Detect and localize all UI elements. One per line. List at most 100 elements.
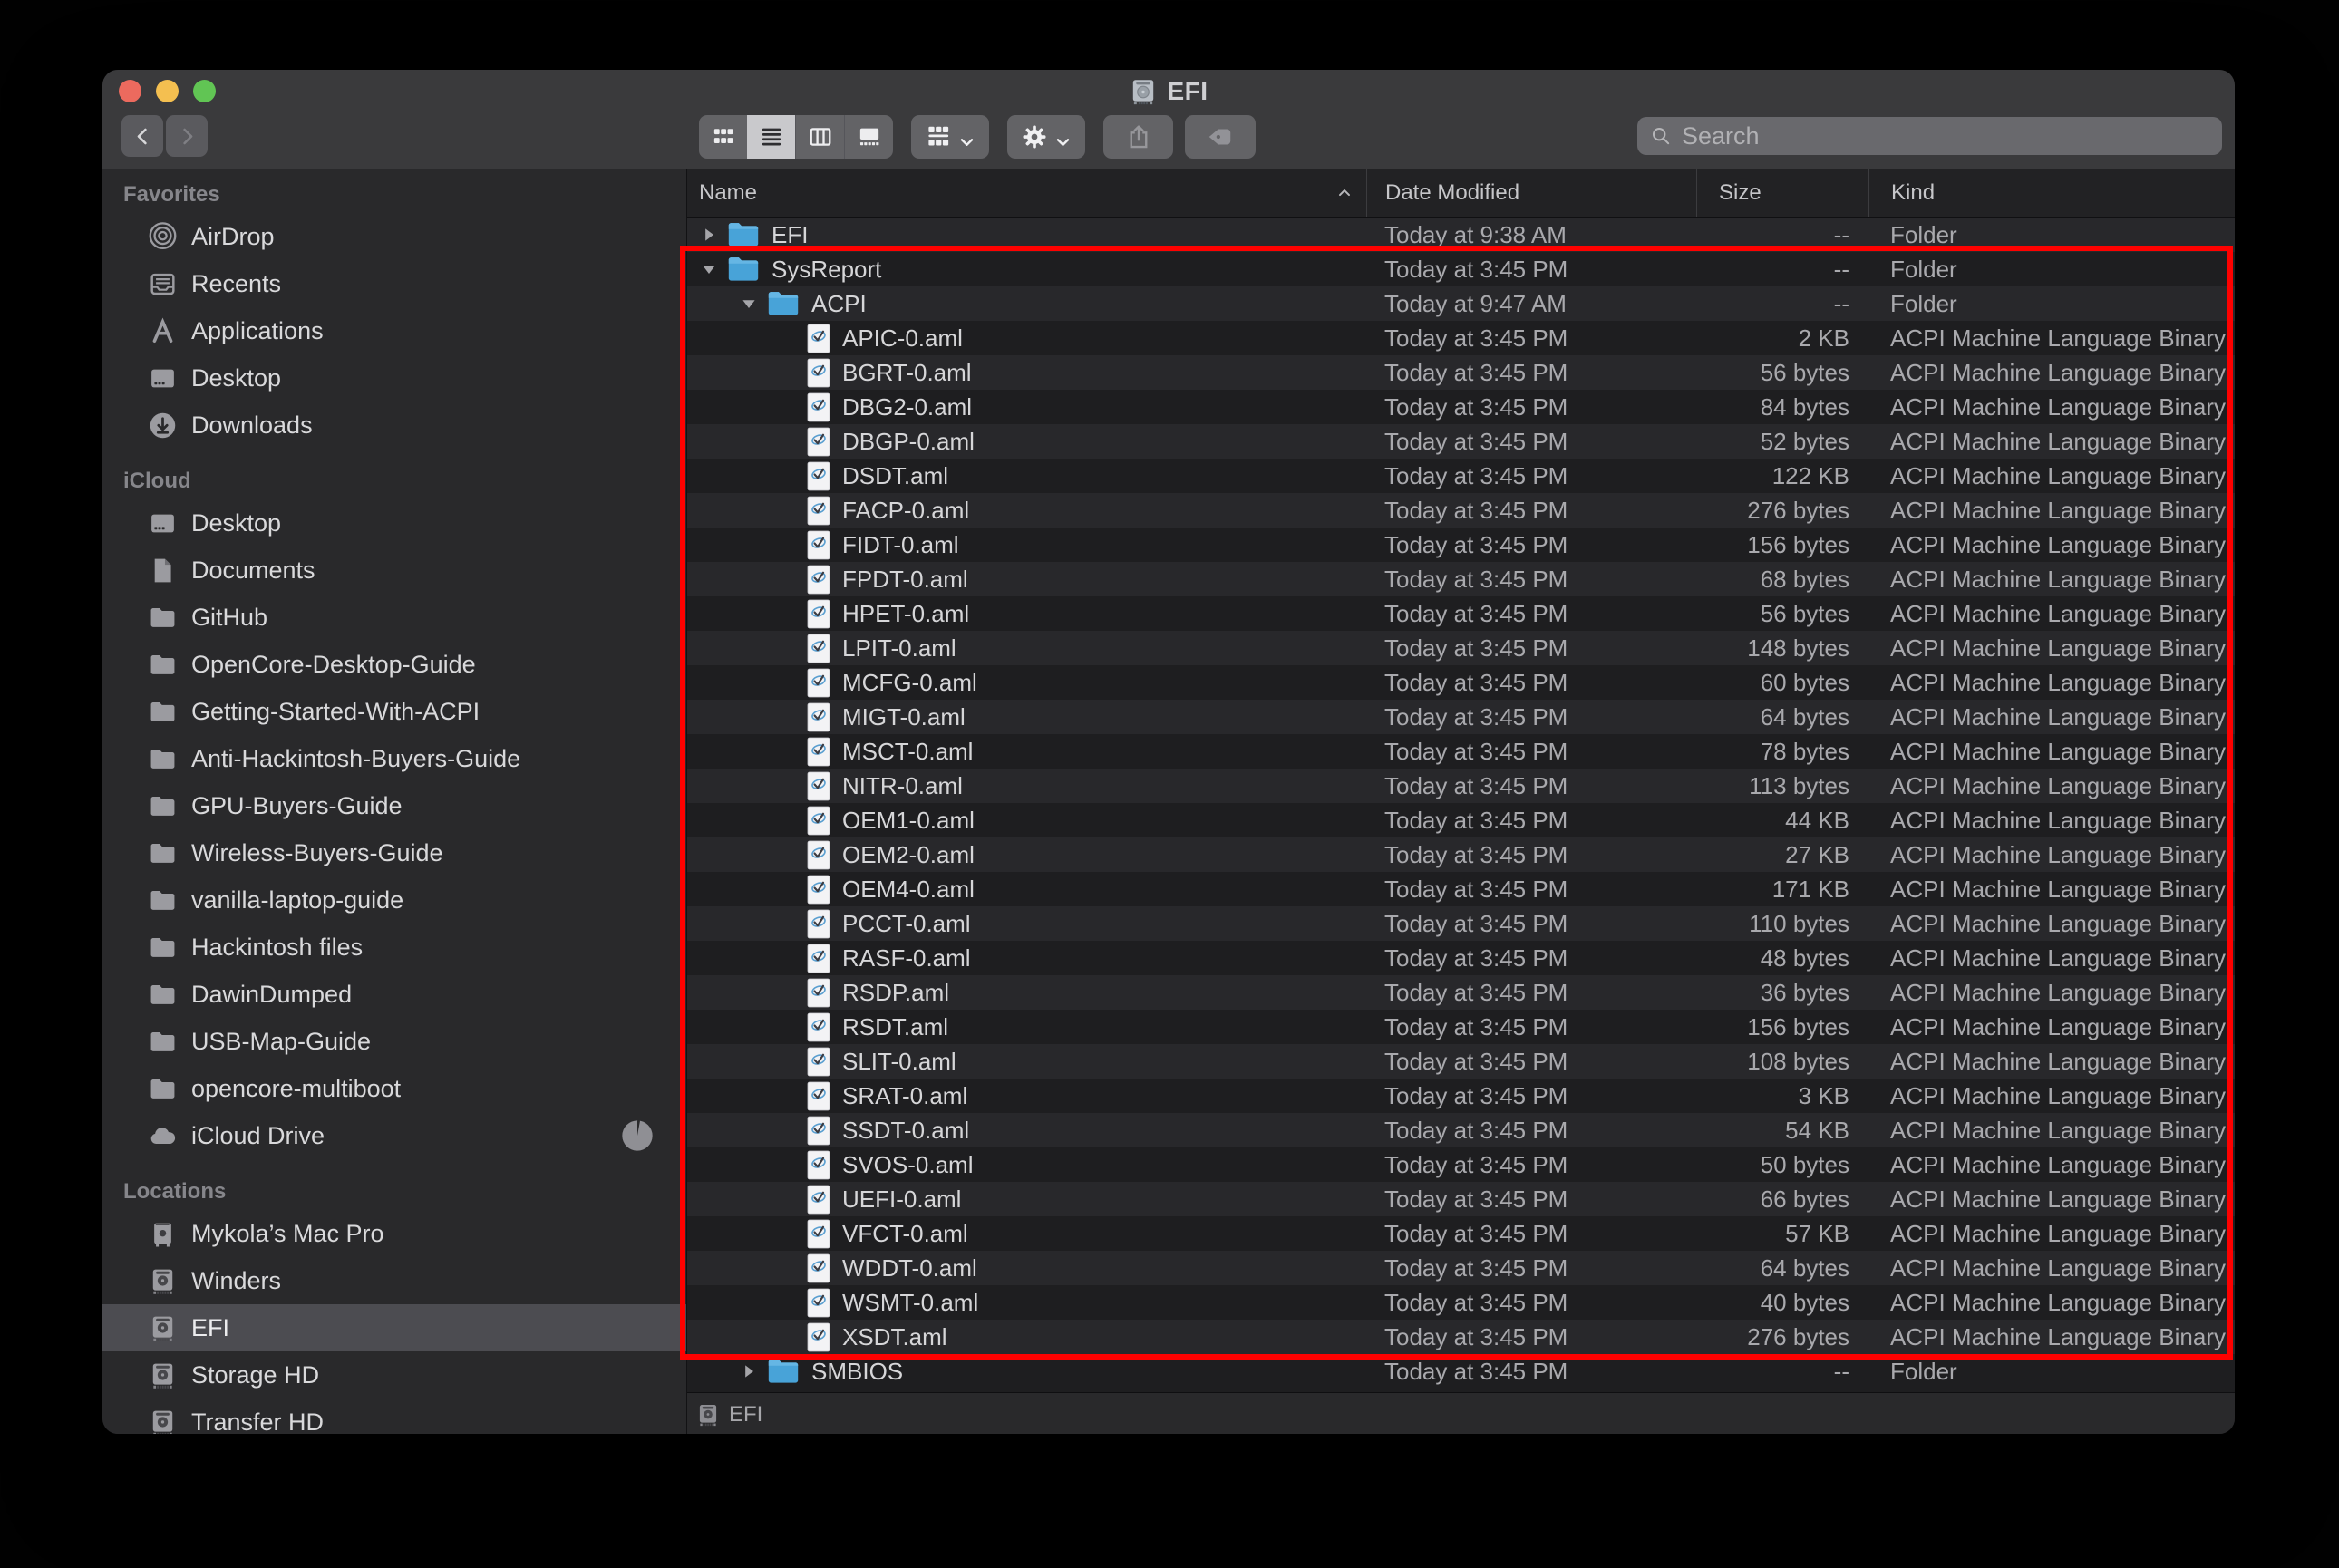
column-header-kind[interactable]: Kind — [1868, 169, 2235, 217]
sidebar-item-icloud-drive[interactable]: iCloud Drive — [102, 1112, 686, 1159]
forward-button[interactable] — [166, 115, 208, 157]
date-modified-cell: Today at 3:45 PM — [1384, 806, 1568, 834]
file-row-oem2-0-aml[interactable]: OEM2-0.aml Today at 3:45 PM 27 KB ACPI Mach… — [687, 837, 2235, 872]
sidebar-item-storage-hd[interactable]: Storage HD — [102, 1351, 686, 1399]
sidebar-item-transfer-hd[interactable]: Transfer HD — [102, 1399, 686, 1434]
file-row-migt-0-aml[interactable]: MIGT-0.aml Today at 3:45 PM 64 bytes ACPI M… — [687, 700, 2235, 734]
search-field[interactable] — [1637, 117, 2222, 155]
kind-cell: ACPI Machine Language Binary — [1890, 909, 2227, 937]
sidebar-item-winders[interactable]: Winders — [102, 1257, 686, 1304]
disclosure-triangle-collapsed-icon[interactable] — [698, 224, 720, 246]
sidebar-item-mykola-s-mac-pro[interactable]: Mykola’s Mac Pro — [102, 1210, 686, 1257]
action-menu-button[interactable] — [1007, 115, 1085, 159]
file-row-nitr-0-aml[interactable]: NITR-0.aml Today at 3:45 PM 113 bytes ACPI … — [687, 769, 2235, 803]
date-modified-cell: Today at 3:45 PM — [1384, 599, 1568, 627]
file-row-facp-0-aml[interactable]: FACP-0.aml Today at 3:45 PM 276 bytes ACPI … — [687, 493, 2235, 528]
sidebar-item-getting-started-with-acpi[interactable]: Getting-Started-With-ACPI — [102, 688, 686, 735]
view-segment-column-view[interactable] — [795, 115, 844, 159]
file-row-uefi-0-aml[interactable]: UEFI-0.aml Today at 3:45 PM 66 bytes ACPI M… — [687, 1182, 2235, 1216]
view-segment-gallery-view[interactable] — [844, 115, 893, 159]
file-row-rsdp-aml[interactable]: RSDP.aml Today at 3:45 PM 36 bytes ACPI Mac… — [687, 975, 2235, 1010]
view-segment-list-view[interactable] — [747, 115, 795, 159]
sort-ascending-icon — [1335, 184, 1354, 202]
kind-cell: ACPI Machine Language Binary — [1890, 1253, 2227, 1282]
sidebar-item-wireless-buyers-guide[interactable]: Wireless-Buyers-Guide — [102, 829, 686, 876]
file-row-slit-0-aml[interactable]: SLIT-0.aml Today at 3:45 PM 108 bytes ACPI … — [687, 1044, 2235, 1079]
desktop-icon — [148, 363, 178, 393]
file-row-ssdt-0-aml[interactable]: SSDT-0.aml Today at 3:45 PM 54 KB ACPI Mach… — [687, 1113, 2235, 1147]
file-row-xsdt-aml[interactable]: XSDT.aml Today at 3:45 PM 276 bytes ACPI Ma… — [687, 1320, 2235, 1354]
sidebar-item-documents[interactable]: Documents — [102, 547, 686, 594]
column-header-date-modified[interactable]: Date Modified — [1366, 169, 1696, 217]
sidebar-item-desktop[interactable]: Desktop — [102, 354, 686, 402]
sidebar-item-gpu-buyers-guide[interactable]: GPU-Buyers-Guide — [102, 782, 686, 829]
sidebar-item-downloads[interactable]: Downloads — [102, 402, 686, 449]
share-button[interactable] — [1103, 115, 1173, 159]
sidebar-item-opencore-desktop-guide[interactable]: OpenCore-Desktop-Guide — [102, 641, 686, 688]
name-cell: SSDT-0.aml — [687, 1116, 1366, 1146]
sidebar-item-github[interactable]: GitHub — [102, 594, 686, 641]
sidebar-item-applications[interactable]: Applications — [102, 307, 686, 354]
sidebar-item-hackintosh-files[interactable]: Hackintosh files — [102, 924, 686, 971]
tag-button[interactable] — [1185, 115, 1256, 159]
file-row-srat-0-aml[interactable]: SRAT-0.aml Today at 3:45 PM 3 KB ACPI Machi… — [687, 1079, 2235, 1113]
file-row-rasf-0-aml[interactable]: RASF-0.aml Today at 3:45 PM 48 bytes ACPI M… — [687, 941, 2235, 975]
group-by-button[interactable] — [911, 115, 989, 159]
folder-icon — [148, 1027, 178, 1057]
file-row-oem4-0-aml[interactable]: OEM4-0.aml Today at 3:45 PM 171 KB ACPI Mac… — [687, 872, 2235, 906]
view-segment-icon-view[interactable] — [699, 115, 747, 159]
file-row-lpit-0-aml[interactable]: LPIT-0.aml Today at 3:45 PM 148 bytes ACPI … — [687, 631, 2235, 665]
folder-blue-icon — [727, 256, 760, 283]
file-row-apic-0-aml[interactable]: APIC-0.aml Today at 3:45 PM 2 KB ACPI Machi… — [687, 321, 2235, 355]
sidebar-item-dawindumped[interactable]: DawinDumped — [102, 971, 686, 1018]
disclosure-triangle-expanded-icon[interactable] — [698, 258, 720, 280]
name-cell: SVOS-0.aml — [687, 1150, 1366, 1180]
sidebar-item-usb-map-guide[interactable]: USB-Map-Guide — [102, 1018, 686, 1065]
date-modified-cell: Today at 3:45 PM — [1384, 358, 1568, 386]
file-row-wddt-0-aml[interactable]: WDDT-0.aml Today at 3:45 PM 64 bytes ACPI M… — [687, 1251, 2235, 1285]
file-row-wsmt-0-aml[interactable]: WSMT-0.aml Today at 3:45 PM 40 bytes ACPI M… — [687, 1285, 2235, 1320]
file-row-pcct-0-aml[interactable]: PCCT-0.aml Today at 3:45 PM 110 bytes ACPI … — [687, 906, 2235, 941]
sidebar-item-anti-hackintosh-buyers-guide[interactable]: Anti-Hackintosh-Buyers-Guide — [102, 735, 686, 782]
chevron-down-icon — [1054, 129, 1072, 146]
file-row-dbg2-0-aml[interactable]: DBG2-0.aml Today at 3:45 PM 84 bytes ACPI M… — [687, 390, 2235, 424]
sidebar-item-desktop[interactable]: Desktop — [102, 499, 686, 547]
file-row-svos-0-aml[interactable]: SVOS-0.aml Today at 3:45 PM 50 bytes ACPI M… — [687, 1147, 2235, 1182]
file-row-sysreport[interactable]: SysReport Today at 3:45 PM -- Folder — [687, 252, 2235, 286]
sidebar-item-airdrop[interactable]: AirDrop — [102, 213, 686, 260]
file-row-acpi[interactable]: ACPI Today at 9:47 AM -- Folder — [687, 286, 2235, 321]
file-row-bgrt-0-aml[interactable]: BGRT-0.aml Today at 3:45 PM 56 bytes ACPI M… — [687, 355, 2235, 390]
file-row-dsdt-aml[interactable]: DSDT.aml Today at 3:45 PM 122 KB ACPI Machi… — [687, 459, 2235, 493]
file-row-dbgp-0-aml[interactable]: DBGP-0.aml Today at 3:45 PM 52 bytes ACPI M… — [687, 424, 2235, 459]
name-cell: OEM2-0.aml — [687, 840, 1366, 870]
size-cell: 54 KB — [1785, 1116, 1849, 1144]
sidebar-item-recents[interactable]: Recents — [102, 260, 686, 307]
file-row-fpdt-0-aml[interactable]: FPDT-0.aml Today at 3:45 PM 68 bytes ACPI M… — [687, 562, 2235, 596]
folder-icon — [148, 933, 178, 963]
file-row-efi[interactable]: EFI Today at 9:38 AM -- Folder — [687, 218, 2235, 252]
file-row-fidt-0-aml[interactable]: FIDT-0.aml Today at 3:45 PM 156 bytes ACPI … — [687, 528, 2235, 562]
disclosure-triangle-collapsed-icon[interactable] — [738, 1360, 760, 1382]
file-row-mcfg-0-aml[interactable]: MCFG-0.aml Today at 3:45 PM 60 bytes ACPI M… — [687, 665, 2235, 700]
file-row-rsdt-aml[interactable]: RSDT.aml Today at 3:45 PM 156 bytes ACPI Ma… — [687, 1010, 2235, 1044]
sidebar-section-label: Favorites — [123, 182, 220, 207]
file-row-vfct-0-aml[interactable]: VFCT-0.aml Today at 3:45 PM 57 KB ACPI Mach… — [687, 1216, 2235, 1251]
kind-cell: ACPI Machine Language Binary — [1890, 358, 2227, 386]
file-row-smbios[interactable]: SMBIOS Today at 3:45 PM -- Folder — [687, 1354, 2235, 1389]
file-row-oem1-0-aml[interactable]: OEM1-0.aml Today at 3:45 PM 44 KB ACPI Mach… — [687, 803, 2235, 837]
column-header-name[interactable]: Name — [687, 169, 1366, 217]
file-name: OEM2-0.aml — [842, 840, 975, 868]
file-row-msct-0-aml[interactable]: MSCT-0.aml Today at 3:45 PM 78 bytes ACPI M… — [687, 734, 2235, 769]
status-path-label[interactable]: EFI — [729, 1402, 762, 1428]
sidebar-item-efi[interactable]: EFI — [102, 1304, 686, 1351]
disclosure-triangle-expanded-icon[interactable] — [738, 293, 760, 315]
sidebar-item-vanilla-laptop-guide[interactable]: vanilla-laptop-guide — [102, 876, 686, 924]
sidebar-item-opencore-multiboot[interactable]: opencore-multiboot — [102, 1065, 686, 1112]
file-row-hpet-0-aml[interactable]: HPET-0.aml Today at 3:45 PM 56 bytes ACPI M… — [687, 596, 2235, 631]
search-input[interactable] — [1680, 121, 2209, 151]
column-header-size[interactable]: Size — [1696, 169, 1868, 217]
back-button[interactable] — [121, 115, 163, 157]
date-modified-cell: Today at 3:45 PM — [1384, 909, 1568, 937]
